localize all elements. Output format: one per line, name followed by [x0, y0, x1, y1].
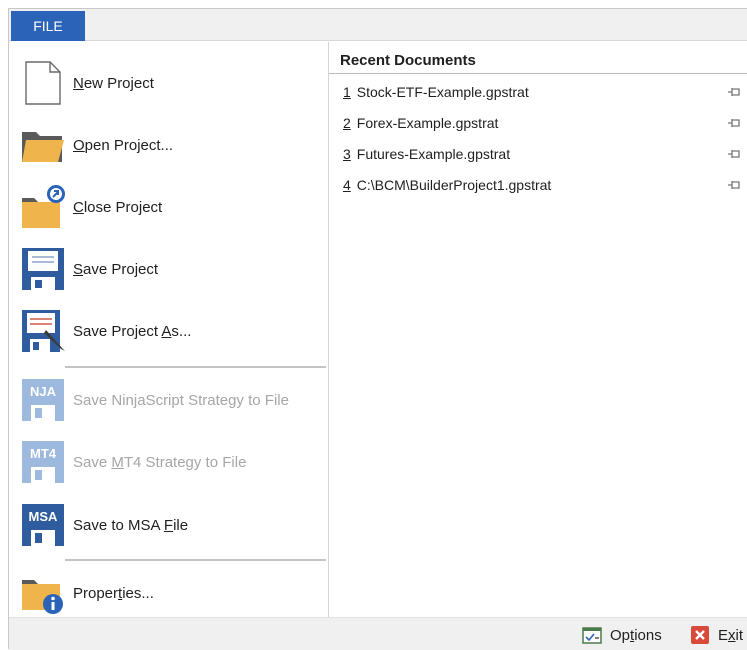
save-ninjascript-item[interactable]: NJA Save NinjaScript Strategy to File [9, 371, 328, 429]
backstage-footer: Options Exit [9, 617, 747, 650]
ribbon-tab-bar: FILE [9, 9, 747, 41]
recent-document-name: C:\BCM\BuilderProject1.gpstrat [356, 177, 552, 193]
svg-text:MT4: MT4 [30, 446, 57, 461]
properties-folder-icon [22, 580, 63, 614]
recent-document-item[interactable]: 2 Forex-Example.gpstrat [343, 109, 743, 137]
pin-icon[interactable] [727, 148, 741, 160]
save-msa-label: Save to MSA File [73, 516, 189, 534]
file-menu-pane: New Project Open Project... Close Projec… [9, 42, 328, 617]
recent-document-item[interactable]: 3 Futures-Example.gpstrat [343, 140, 743, 168]
save-disk-icon [22, 248, 64, 290]
svg-text:MSA: MSA [29, 509, 59, 524]
recent-document-name: Stock-ETF-Example.gpstrat [356, 84, 529, 100]
recent-document-name: Futures-Example.gpstrat [356, 146, 511, 162]
open-project-item[interactable]: Open Project... [9, 116, 328, 174]
recent-heading-rule [329, 73, 747, 74]
new-project-item[interactable]: New Project [9, 54, 328, 112]
options-button[interactable]: Options [582, 624, 662, 646]
pin-icon[interactable] [727, 86, 741, 98]
mt4-disk-icon: MT4 [22, 441, 64, 483]
new-document-icon [25, 61, 61, 105]
pin-icon[interactable] [727, 179, 741, 191]
properties-item[interactable]: Properties... [9, 564, 328, 622]
save-as-icon [22, 310, 65, 352]
svg-text:NJA: NJA [30, 384, 57, 399]
exit-button[interactable]: Exit [690, 624, 743, 646]
save-msa-item[interactable]: MSA Save to MSA File [9, 496, 328, 554]
recent-documents-pane: Recent Documents 1 Stock-ETF-Example.gps… [329, 42, 747, 617]
save-project-label: Save Project [73, 260, 159, 278]
close-project-label: Close Project [73, 198, 163, 216]
exit-label: Exit [718, 626, 744, 644]
open-project-label: Open Project... [73, 136, 174, 154]
recent-documents-heading: Recent Documents [340, 52, 476, 69]
close-icon [691, 626, 709, 644]
open-folder-icon [22, 132, 64, 162]
recent-document-number: 3 [343, 146, 351, 162]
pin-icon[interactable] [727, 117, 741, 129]
file-backstage-window: FILE New Project Open Project... Close P… [8, 8, 747, 650]
save-project-as-label: Save Project As... [73, 322, 192, 340]
properties-label: Properties... [73, 584, 154, 602]
nja-disk-icon: NJA [22, 379, 64, 421]
menu-separator [65, 559, 326, 561]
new-project-label: New Project [73, 74, 154, 92]
options-icon [582, 627, 602, 644]
save-mt4-item[interactable]: MT4 Save MT4 Strategy to File [9, 433, 328, 491]
recent-document-number: 2 [343, 115, 351, 131]
msa-disk-icon: MSA [22, 504, 64, 546]
options-label: Options [610, 626, 662, 644]
recent-document-item[interactable]: 4 C:\BCM\BuilderProject1.gpstrat [343, 171, 743, 199]
save-project-item[interactable]: Save Project [9, 240, 328, 298]
save-mt4-label: Save MT4 Strategy to File [73, 453, 247, 471]
close-folder-icon [22, 185, 65, 228]
close-project-item[interactable]: Close Project [9, 178, 328, 236]
recent-document-name: Forex-Example.gpstrat [356, 115, 499, 131]
save-project-as-item[interactable]: Save Project As... [9, 302, 328, 360]
menu-separator [65, 366, 326, 368]
file-tab[interactable]: FILE [11, 11, 85, 41]
save-ninjascript-label: Save NinjaScript Strategy to File [73, 391, 289, 409]
recent-document-item[interactable]: 1 Stock-ETF-Example.gpstrat [343, 78, 743, 106]
recent-document-number: 4 [343, 177, 351, 193]
recent-document-number: 1 [343, 84, 351, 100]
